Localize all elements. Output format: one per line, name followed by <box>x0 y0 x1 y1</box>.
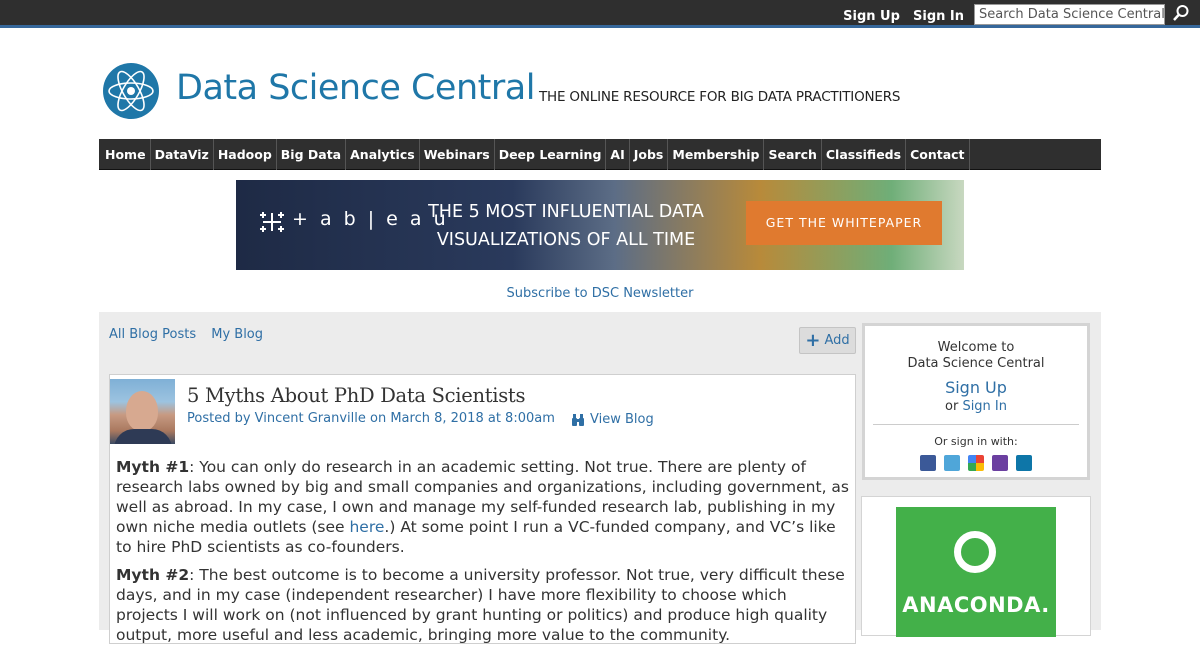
ad-banner[interactable]: + a b | e a u THE 5 MOST INFLUENTIAL DAT… <box>236 180 964 270</box>
signup-link[interactable]: Sign Up <box>843 9 900 24</box>
welcome-box: Welcome to Data Science Central Sign Up … <box>862 323 1090 480</box>
sidebar-signin-link[interactable]: Sign In <box>962 399 1007 414</box>
search-input[interactable]: Search Data Science Central <box>974 4 1165 25</box>
top-links: Sign Up Sign In <box>835 5 964 24</box>
blog-post: 5 Myths About PhD Data Scientists Posted… <box>109 374 856 644</box>
myth-2-label: Myth #2 <box>116 566 190 584</box>
nav-item-big-data[interactable]: Big Data <box>277 138 347 170</box>
nav-item-hadoop[interactable]: Hadoop <box>214 138 277 170</box>
nav-item-dataviz[interactable]: DataViz <box>151 138 214 170</box>
tableau-cross-icon <box>260 212 284 232</box>
avatar-shirt <box>114 429 172 444</box>
anaconda-ad[interactable]: ANACONDA. <box>896 507 1056 637</box>
all-blog-posts-link[interactable]: All Blog Posts <box>109 327 196 342</box>
author-avatar[interactable] <box>110 379 175 444</box>
nav-item-contact[interactable]: Contact <box>906 138 970 170</box>
sidebar-signup-link[interactable]: Sign Up <box>865 378 1087 397</box>
facebook-icon[interactable] <box>920 455 936 471</box>
signin-link[interactable]: Sign In <box>913 9 964 24</box>
nav-item-ai[interactable]: AI <box>606 138 630 170</box>
banner-cta-button[interactable]: GET THE WHITEPAPER <box>746 201 942 245</box>
myth-2-paragraph: Myth #2: The best outcome is to become a… <box>116 565 852 645</box>
add-button-label: Add <box>824 333 850 348</box>
blog-nav: All Blog Posts My Blog <box>109 327 274 342</box>
welcome-line-1: Welcome to <box>937 340 1015 355</box>
my-blog-link[interactable]: My Blog <box>211 327 263 342</box>
or-sign-in: or Sign In <box>865 399 1087 414</box>
myth-1-paragraph: Myth #1: You can only do research in an … <box>116 457 852 557</box>
binoculars-icon <box>572 413 584 426</box>
post-meta[interactable]: Posted by Vincent Granville on March 8, … <box>187 411 555 426</box>
main-nav: Home DataViz Hadoop Big Data Analytics W… <box>99 138 1101 170</box>
plus-icon: + <box>805 329 821 351</box>
nav-item-deep-learning[interactable]: Deep Learning <box>495 138 607 170</box>
nav-item-membership[interactable]: Membership <box>668 138 765 170</box>
banner-headline: THE 5 MOST INFLUENTIAL DATA VISUALIZATIO… <box>428 202 704 250</box>
post-body: Myth #1: You can only do research in an … <box>116 457 852 653</box>
nav-item-search[interactable]: Search <box>764 138 822 170</box>
or-text: or <box>944 399 959 414</box>
logo-atom-icon[interactable] <box>102 62 160 120</box>
social-signin-icons <box>865 455 1087 471</box>
welcome-text: Welcome to Data Science Central <box>865 340 1087 372</box>
nav-item-jobs[interactable]: Jobs <box>630 138 669 170</box>
add-button[interactable]: + Add <box>799 327 856 354</box>
view-blog-link[interactable]: View Blog <box>571 412 654 427</box>
anaconda-ring-icon <box>954 531 996 573</box>
or-sign-in-with-label: Or sign in with: <box>934 435 1018 448</box>
yahoo-icon[interactable] <box>992 455 1008 471</box>
myth-1-label: Myth #1 <box>116 458 190 476</box>
welcome-line-2: Data Science Central <box>907 356 1045 371</box>
search-icon[interactable] <box>1172 4 1190 22</box>
site-name[interactable]: Data Science Central <box>176 68 535 108</box>
view-blog-label: View Blog <box>590 412 654 427</box>
here-link[interactable]: here <box>349 518 384 536</box>
site-tagline: THE ONLINE RESOURCE FOR BIG DATA PRACTIT… <box>539 89 901 105</box>
anaconda-brand: ANACONDA. <box>902 593 1050 617</box>
divider <box>873 424 1079 425</box>
myth-2-text: : The best outcome is to become a univer… <box>116 566 845 644</box>
linkedin-icon[interactable] <box>1016 455 1032 471</box>
sidebar-ad[interactable]: ANACONDA. <box>861 496 1091 637</box>
avatar-face <box>126 391 158 431</box>
top-bar: Sign Up Sign In Search Data Science Cent… <box>0 0 1200 28</box>
nav-item-classifieds[interactable]: Classifieds <box>822 138 907 170</box>
post-title: 5 Myths About PhD Data Scientists <box>187 384 526 407</box>
google-icon[interactable] <box>968 455 984 471</box>
nav-item-analytics[interactable]: Analytics <box>346 138 420 170</box>
subscribe-newsletter-link[interactable]: Subscribe to DSC Newsletter <box>0 286 1200 301</box>
twitter-icon[interactable] <box>944 455 960 471</box>
nav-item-webinars[interactable]: Webinars <box>420 138 495 170</box>
nav-item-home[interactable]: Home <box>101 138 151 170</box>
